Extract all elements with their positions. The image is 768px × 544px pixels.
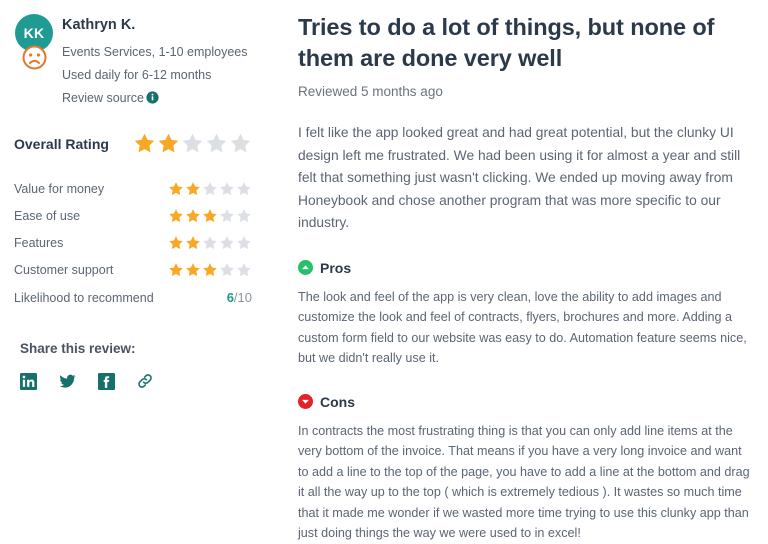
share-section: Share this review: [0,341,270,390]
rating-stars [168,208,252,224]
star-icon [203,181,217,195]
review-date: Reviewed 5 months ago [298,84,443,99]
review-body: I felt like the app looked great and had… [298,125,741,230]
star-icon [186,235,200,249]
review-detail-page: KK Kathryn K. Events Services, 1-10 empl… [0,0,768,540]
review-content: Tries to do a lot of things, but none of… [270,0,768,540]
pros-text: The look and feel of the app is very cle… [298,289,747,366]
rating-stars [168,262,252,278]
info-icon[interactable] [146,91,159,104]
rating-row: Features [14,229,252,256]
star-icon [237,181,251,195]
overall-rating-stars [133,132,252,155]
avatar-stack: KK [12,14,56,71]
twitter-icon[interactable] [58,373,77,390]
star-icon [237,208,251,222]
rating-label: Value for money [14,181,105,196]
star-icon [169,235,183,249]
star-icon [158,133,179,153]
star-icon [237,235,251,249]
star-icon [206,133,227,153]
reviewer-meta: Kathryn K. Events Services, 1-10 employe… [56,14,248,110]
review-title: Tries to do a lot of things, but none of… [298,14,715,71]
rating-row: Ease of use [14,202,252,229]
star-icon [186,181,200,195]
cons-heading-row: Cons [298,394,752,410]
likelihood-value: 6/10 [227,290,252,305]
rating-stars [168,235,252,251]
ratings-section: Overall Rating Value for money Ease of u… [0,132,270,311]
star-icon [182,133,203,153]
star-icon [220,181,234,195]
reviewer-usage: Used daily for 6-12 months [62,68,212,82]
cons-text: In contracts the most frustrating thing … [298,423,750,541]
star-icon [237,262,251,276]
likelihood-score: 6 [226,290,234,305]
rating-label: Features [14,235,64,250]
overall-rating-row: Overall Rating [14,132,252,155]
review-sidebar: KK Kathryn K. Events Services, 1-10 empl… [0,0,270,516]
circle-chevron-up-icon [298,260,313,275]
rating-stars [168,181,252,197]
overall-rating-label: Overall Rating [14,135,109,152]
star-icon [169,208,183,222]
rating-label: Customer support [14,262,114,277]
star-icon [203,208,217,222]
review-source-label: Review source [62,91,144,105]
rating-label: Ease of use [14,208,81,223]
pros-heading: Pros [320,259,352,276]
cons-heading: Cons [320,393,355,410]
star-icon [220,262,234,276]
star-icon [134,133,155,153]
likelihood-row: Likelihood to recommend 6/10 [14,284,252,311]
star-icon [220,235,234,249]
rating-row: Customer support [14,256,252,283]
sad-face-icon [22,45,46,70]
link-icon[interactable] [136,372,154,390]
reviewer-industry: Events Services, 1-10 employees [62,45,248,59]
review-source-row: Review source [62,87,248,110]
pros-heading-row: Pros [298,260,752,276]
share-title: Share this review: [20,341,136,356]
star-icon [169,181,183,195]
likelihood-outof: /10 [233,290,252,305]
reviewer-block: KK Kathryn K. Events Services, 1-10 empl… [0,14,270,110]
star-icon [220,208,234,222]
rating-row: Value for money [14,175,252,202]
star-icon [230,133,251,153]
pros-section: Pros The look and feel of the app is ver… [298,260,752,369]
cons-section: Cons In contracts the most frustrating t… [298,394,752,544]
likelihood-label: Likelihood to recommend [14,290,154,305]
circle-chevron-down-icon [298,394,313,409]
star-icon [203,235,217,249]
reviewer-name: Kathryn K. [62,17,136,33]
linkedin-icon[interactable] [20,372,37,390]
star-icon [203,262,217,276]
star-icon [186,262,200,276]
star-icon [169,262,183,276]
star-icon [186,208,200,222]
share-icon-list [20,372,270,390]
facebook-icon[interactable] [98,372,115,390]
